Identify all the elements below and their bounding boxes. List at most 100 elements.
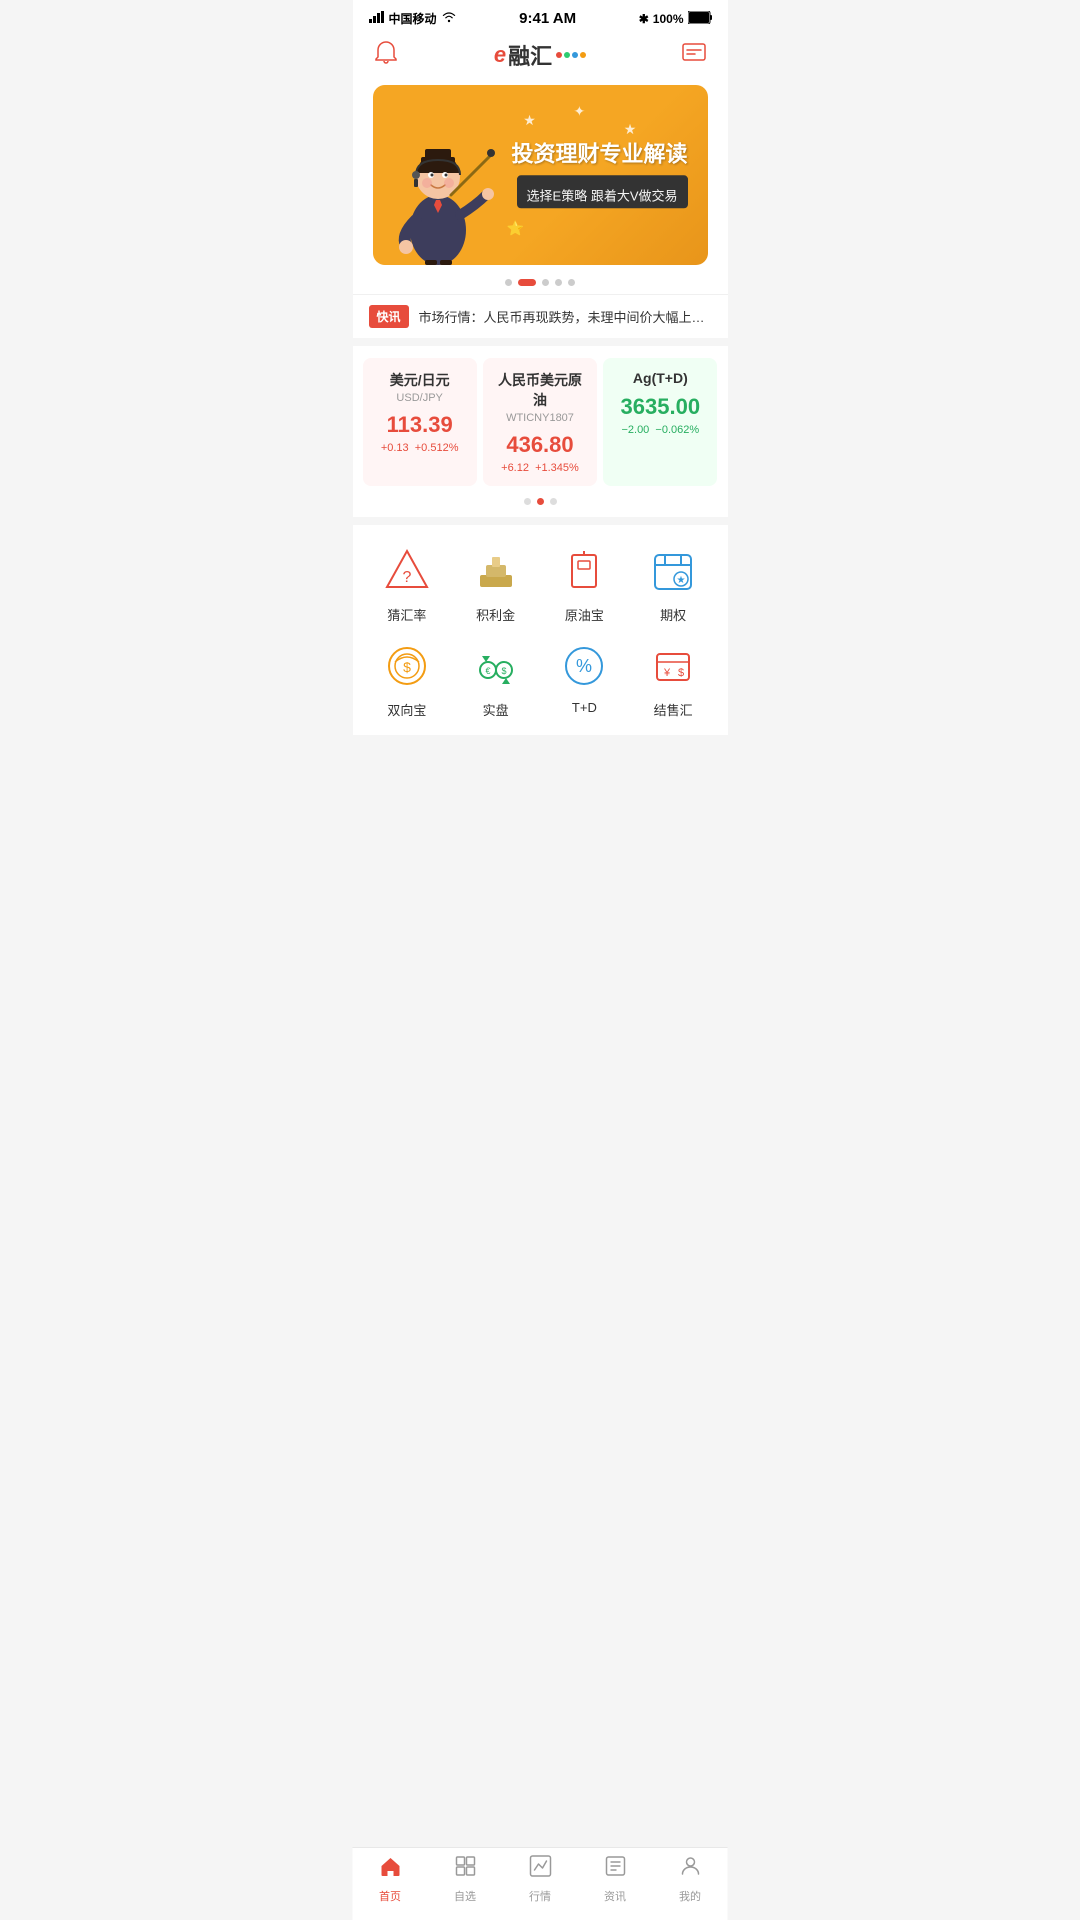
market-dot-1[interactable]: [524, 498, 531, 505]
market-icon: [528, 1854, 552, 1884]
banner-title: 投资理财专业解读: [511, 141, 687, 167]
menu-grid: ? 猜汇率 积利金: [363, 545, 718, 719]
nav-home[interactable]: 首页: [353, 1854, 428, 1904]
menu-item-guess-rate[interactable]: ? 猜汇率: [363, 545, 452, 624]
banner-dot-1[interactable]: [505, 279, 512, 286]
settlement-icon: ¥ $: [647, 640, 699, 692]
banner-dots: [353, 269, 728, 294]
guess-rate-label: 猜汇率: [387, 605, 426, 624]
td-icon: %: [558, 640, 610, 692]
oil-icon: [558, 545, 610, 597]
live-trading-label: 实盘: [483, 700, 509, 719]
menu-item-options[interactable]: ★ 期权: [629, 545, 718, 624]
market-code-oil: WTICNY1807: [493, 412, 587, 424]
nav-profile[interactable]: 我的: [653, 1854, 728, 1904]
settlement-label: 结售汇: [654, 700, 693, 719]
oil-label: 原油宝: [565, 605, 604, 624]
market-change-ag: −2.00 −0.062%: [613, 424, 707, 436]
market-price-ag: 3635.00: [613, 394, 707, 420]
banner-container[interactable]: ★ ★ ★ ⭐ ✦: [353, 81, 728, 269]
bottom-nav: 首页 自选 行情: [353, 1847, 728, 1920]
menu-item-bidirectional[interactable]: $ 双向宝: [363, 640, 452, 719]
market-change-oil: +6.12 +1.345%: [493, 462, 587, 474]
options-label: 期权: [660, 605, 686, 624]
banner-dot-4[interactable]: [555, 279, 562, 286]
market-dot-3[interactable]: [550, 498, 557, 505]
svg-text:$: $: [403, 659, 411, 675]
menu-item-oil[interactable]: 原油宝: [540, 545, 629, 624]
svg-text:¥: ¥: [663, 667, 671, 679]
bidirectional-label: 双向宝: [387, 700, 426, 719]
market-price-usdjpy: 113.39: [373, 412, 467, 438]
market-name-oil: 人民币美元原油: [493, 370, 587, 410]
market-name-ag: Ag(T+D): [613, 370, 707, 386]
status-right: ✱ 100%: [639, 11, 712, 27]
svg-text:$: $: [501, 666, 506, 676]
news-text: 市场行情：人民币再现跌势，未理中间价大幅上调到...: [419, 307, 712, 326]
banner-dot-5[interactable]: [568, 279, 575, 286]
watchlist-icon: [453, 1854, 477, 1884]
svg-text:%: %: [576, 656, 592, 676]
nav-watchlist[interactable]: 自选: [428, 1854, 503, 1904]
battery-label: 100%: [653, 12, 684, 26]
market-change-usdjpy: +0.13 +0.512%: [373, 442, 467, 454]
gold-label: 积利金: [476, 605, 515, 624]
market-card-usdjpy[interactable]: 美元/日元 USD/JPY 113.39 +0.13 +0.512%: [363, 358, 477, 486]
options-icon: ★: [647, 545, 699, 597]
nav-market[interactable]: 行情: [503, 1854, 578, 1904]
news-icon: [603, 1854, 627, 1884]
banner-character: [381, 105, 496, 265]
signal-icon: [369, 11, 385, 26]
wifi-icon: [441, 11, 457, 26]
market-card-oil[interactable]: 人民币美元原油 WTICNY1807 436.80 +6.12 +1.345%: [483, 358, 597, 486]
news-badge: 快讯: [369, 305, 409, 328]
bidirectional-icon: $: [381, 640, 433, 692]
profile-icon: [678, 1854, 702, 1884]
carrier-label: 中国移动: [389, 10, 437, 27]
market-section: 美元/日元 USD/JPY 113.39 +0.13 +0.512% 人民币美元…: [353, 346, 728, 517]
bluetooth-icon: ✱: [639, 12, 649, 26]
banner-dot-3[interactable]: [542, 279, 549, 286]
td-label: T+D: [572, 700, 597, 715]
logo-e: e: [494, 42, 506, 68]
market-name-usdjpy: 美元/日元: [373, 370, 467, 390]
svg-text:★: ★: [677, 575, 686, 586]
app-header: e 融汇: [353, 31, 728, 81]
news-ticker[interactable]: 快讯 市场行情：人民币再现跌势，未理中间价大幅上调到...: [353, 294, 728, 338]
logo-text: 融汇: [508, 39, 552, 71]
gold-icon: [470, 545, 522, 597]
menu-item-gold[interactable]: 积利金: [451, 545, 540, 624]
menu-item-settlement[interactable]: ¥ $ 结售汇: [629, 640, 718, 719]
svg-text:?: ?: [402, 569, 411, 586]
news-label: 资讯: [604, 1888, 626, 1904]
svg-text:$: $: [678, 667, 684, 679]
menu-item-live-trading[interactable]: € $ 实盘: [451, 640, 540, 719]
nav-news[interactable]: 资讯: [578, 1854, 653, 1904]
banner-dot-2[interactable]: [518, 279, 536, 286]
guess-rate-icon: ?: [381, 545, 433, 597]
home-label: 首页: [379, 1888, 401, 1904]
banner-subtitle: 选择E策略 跟着大V做交易: [527, 186, 678, 205]
menu-section: ? 猜汇率 积利金: [353, 525, 728, 735]
notification-icon[interactable]: [373, 40, 399, 71]
logo-dots: [556, 52, 586, 58]
market-dots: [353, 486, 728, 517]
home-icon: [378, 1854, 402, 1884]
market-dot-2[interactable]: [537, 498, 544, 505]
banner-content: 投资理财专业解读 选择E策略 跟着大V做交易: [511, 141, 687, 208]
menu-item-td[interactable]: % T+D: [540, 640, 629, 719]
status-left: 中国移动: [369, 10, 457, 27]
message-icon[interactable]: [681, 40, 707, 71]
status-bar: 中国移动 9:41 AM ✱ 100%: [353, 0, 728, 31]
market-label: 行情: [529, 1888, 551, 1904]
svg-text:€: €: [485, 666, 490, 676]
profile-label: 我的: [679, 1888, 701, 1904]
market-price-oil: 436.80: [493, 432, 587, 458]
live-trading-icon: € $: [470, 640, 522, 692]
banner-slide[interactable]: ★ ★ ★ ⭐ ✦: [373, 85, 708, 265]
market-cards: 美元/日元 USD/JPY 113.39 +0.13 +0.512% 人民币美元…: [353, 358, 728, 486]
market-card-ag[interactable]: Ag(T+D) 3635.00 −2.00 −0.062%: [603, 358, 717, 486]
market-code-usdjpy: USD/JPY: [373, 392, 467, 404]
battery-icon: [688, 11, 712, 27]
watchlist-label: 自选: [454, 1888, 476, 1904]
